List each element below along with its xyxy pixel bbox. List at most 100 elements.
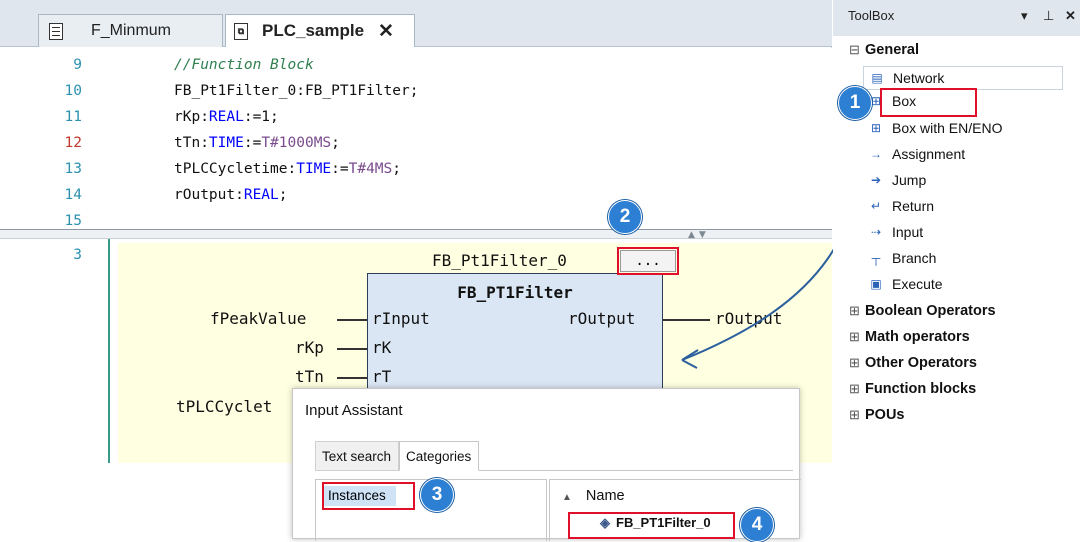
dropdown-icon[interactable]: ▾ [1021, 8, 1028, 24]
toolbox-title: ToolBox [848, 8, 895, 23]
sort-asc-icon: ▲ [562, 492, 572, 503]
code-token: tPLCCycletime: [174, 161, 297, 177]
column-header-label: Name [585, 488, 625, 504]
branch-icon: ┬ [871, 251, 881, 265]
item-label: Input [892, 224, 924, 240]
tab-f-minmum[interactable]: F_Minmum [38, 14, 223, 47]
item-label: Jump [892, 172, 927, 188]
code-line[interactable]: 11 rKp:REAL:=1; [0, 104, 832, 130]
toolbox-item-network[interactable]: ▤ Network [863, 66, 1063, 90]
code-token: ; [392, 161, 401, 177]
category-label: Boolean Operators [865, 303, 996, 319]
toolbox-category[interactable]: ⊞ Other Operators [849, 355, 977, 371]
toolbox-item-execute[interactable]: ▣ Execute [865, 276, 942, 292]
column-header-name[interactable]: ▲ Name [562, 488, 625, 504]
input-icon: ⇢ [870, 225, 882, 239]
step-badge-4: 4 [740, 508, 774, 542]
code-token: ; [331, 135, 340, 151]
code-text: rOutput:REAL; [174, 182, 288, 208]
highlight-box-instances [322, 482, 415, 510]
code-token: REAL [243, 187, 279, 203]
output-wire [663, 319, 710, 321]
item-label: Branch [892, 250, 937, 266]
line-number: 12 [64, 135, 82, 151]
expand-icon[interactable]: ⊞ [849, 407, 865, 423]
step-badge-1: 1 [838, 86, 872, 120]
jump-icon: ➔ [870, 173, 882, 187]
code-line[interactable]: 14 rOutput:REAL; [0, 182, 832, 208]
toolbox-category-general[interactable]: ⊟ General [849, 42, 919, 58]
code-line[interactable]: 13 tPLCCycletime:TIME:=T#4MS; [0, 156, 832, 182]
tab-plc-sample[interactable]: ⧉ PLC_sample ✕ [225, 14, 415, 47]
item-label: Box with EN/ENO [892, 120, 1003, 136]
code-line[interactable]: 10 FB_Pt1Filter_0:FB_PT1Filter; [0, 78, 832, 104]
expand-icon[interactable]: ⊞ [849, 381, 865, 397]
category-label: General [865, 42, 919, 58]
fb-type-name: FB_PT1Filter [457, 283, 573, 302]
tab-categories[interactable]: Categories [399, 441, 479, 471]
pin-icon[interactable]: ⊥ [1043, 8, 1054, 24]
toolbox-item-assignment[interactable]: → Assignment [865, 146, 965, 162]
dialog-tab-strip: Text search Categories [315, 441, 793, 471]
expand-icon[interactable]: ⊞ [849, 355, 865, 371]
line-number: 15 [64, 213, 82, 229]
expand-icon[interactable]: ⊞ [849, 329, 865, 345]
editor-tab-bar: F_Minmum ⧉ PLC_sample ✕ [0, 0, 832, 47]
toolbox-category[interactable]: ⊞ Math operators [849, 329, 970, 345]
declaration-editor[interactable]: 9 //Function Block 10 FB_Pt1Filter_0:FB_PT1… [0, 48, 832, 230]
code-token: REAL [208, 109, 244, 125]
category-label: Other Operators [865, 355, 977, 371]
collapse-icon[interactable]: ⊟ [849, 42, 865, 58]
code-token: tTn: [174, 135, 209, 151]
line-gutter: 3 [0, 239, 110, 463]
fb-input-pin: rInput [372, 309, 430, 328]
code-line[interactable]: 15 [0, 208, 832, 230]
toolbox-item-jump[interactable]: ➔ Jump [865, 172, 926, 188]
input-variable[interactable]: rKp [295, 338, 324, 357]
fb-output-pin: rOutput [568, 309, 636, 328]
fb-input-pin: rT [372, 367, 392, 386]
code-token: //Function Block [174, 57, 314, 73]
category-label: Function blocks [865, 381, 977, 397]
tab-text-search[interactable]: Text search [315, 441, 399, 471]
editor-splitter[interactable]: ▲▼ [0, 229, 832, 240]
input-variable[interactable]: tTn [295, 367, 324, 386]
code-token: T#1000MS [261, 135, 332, 151]
close-icon[interactable]: ✕ [378, 20, 394, 43]
category-label: Math operators [865, 329, 970, 345]
line-number: 9 [73, 57, 82, 73]
toolbox-panel: ToolBox ▾ ⊥ ✕ ⊟ General ▤ Network ⊞ Box ⊞ B… [833, 0, 1080, 463]
toolbox-category[interactable]: ⊞ Function blocks [849, 381, 976, 397]
output-variable[interactable]: rOutput [715, 309, 782, 328]
fb-instance-name[interactable]: FB_Pt1Filter_0 [432, 251, 567, 270]
close-icon[interactable]: ✕ [1065, 8, 1076, 24]
toolbox-item-branch[interactable]: ┬ Branch [865, 250, 937, 266]
code-token: rOutput: [174, 187, 244, 203]
highlight-box-instance-item [568, 512, 735, 539]
tab-label: F_Minmum [91, 22, 172, 39]
item-label: Return [892, 198, 935, 214]
box-en-eno-icon: ⊞ [870, 121, 882, 135]
execute-icon: ▣ [870, 277, 882, 291]
input-variable[interactable]: tPLCCyclet [176, 397, 272, 416]
return-icon: ↵ [870, 199, 882, 213]
toolbox-item-return[interactable]: ↵ Return [865, 198, 934, 214]
code-line[interactable]: 12 tTn:TIME:=T#1000MS; [0, 130, 832, 156]
input-wire [337, 348, 367, 350]
code-token: ; [278, 187, 288, 203]
network-icon: ▤ [871, 71, 883, 85]
toolbox-header: ToolBox ▾ ⊥ ✕ [833, 0, 1080, 36]
step-badge-2: 2 [608, 200, 642, 234]
tab-label: PLC_sample [262, 21, 365, 40]
assignment-icon: → [870, 147, 882, 161]
toolbox-category[interactable]: ⊞ Boolean Operators [849, 303, 996, 319]
code-line[interactable]: 9 //Function Block [0, 52, 832, 78]
expand-icon[interactable]: ⊞ [849, 303, 865, 319]
input-variable[interactable]: fPeakValue [210, 309, 306, 328]
function-block-icon: ⧉ [234, 22, 248, 40]
toolbox-category[interactable]: ⊞ POUs [849, 407, 905, 423]
toolbox-item-box-with-en-eno[interactable]: ⊞ Box with EN/ENO [865, 120, 1003, 136]
toolbox-item-input[interactable]: ⇢ Input [865, 224, 923, 240]
code-token: TIME [208, 135, 244, 151]
code-token: :=1; [243, 109, 279, 125]
